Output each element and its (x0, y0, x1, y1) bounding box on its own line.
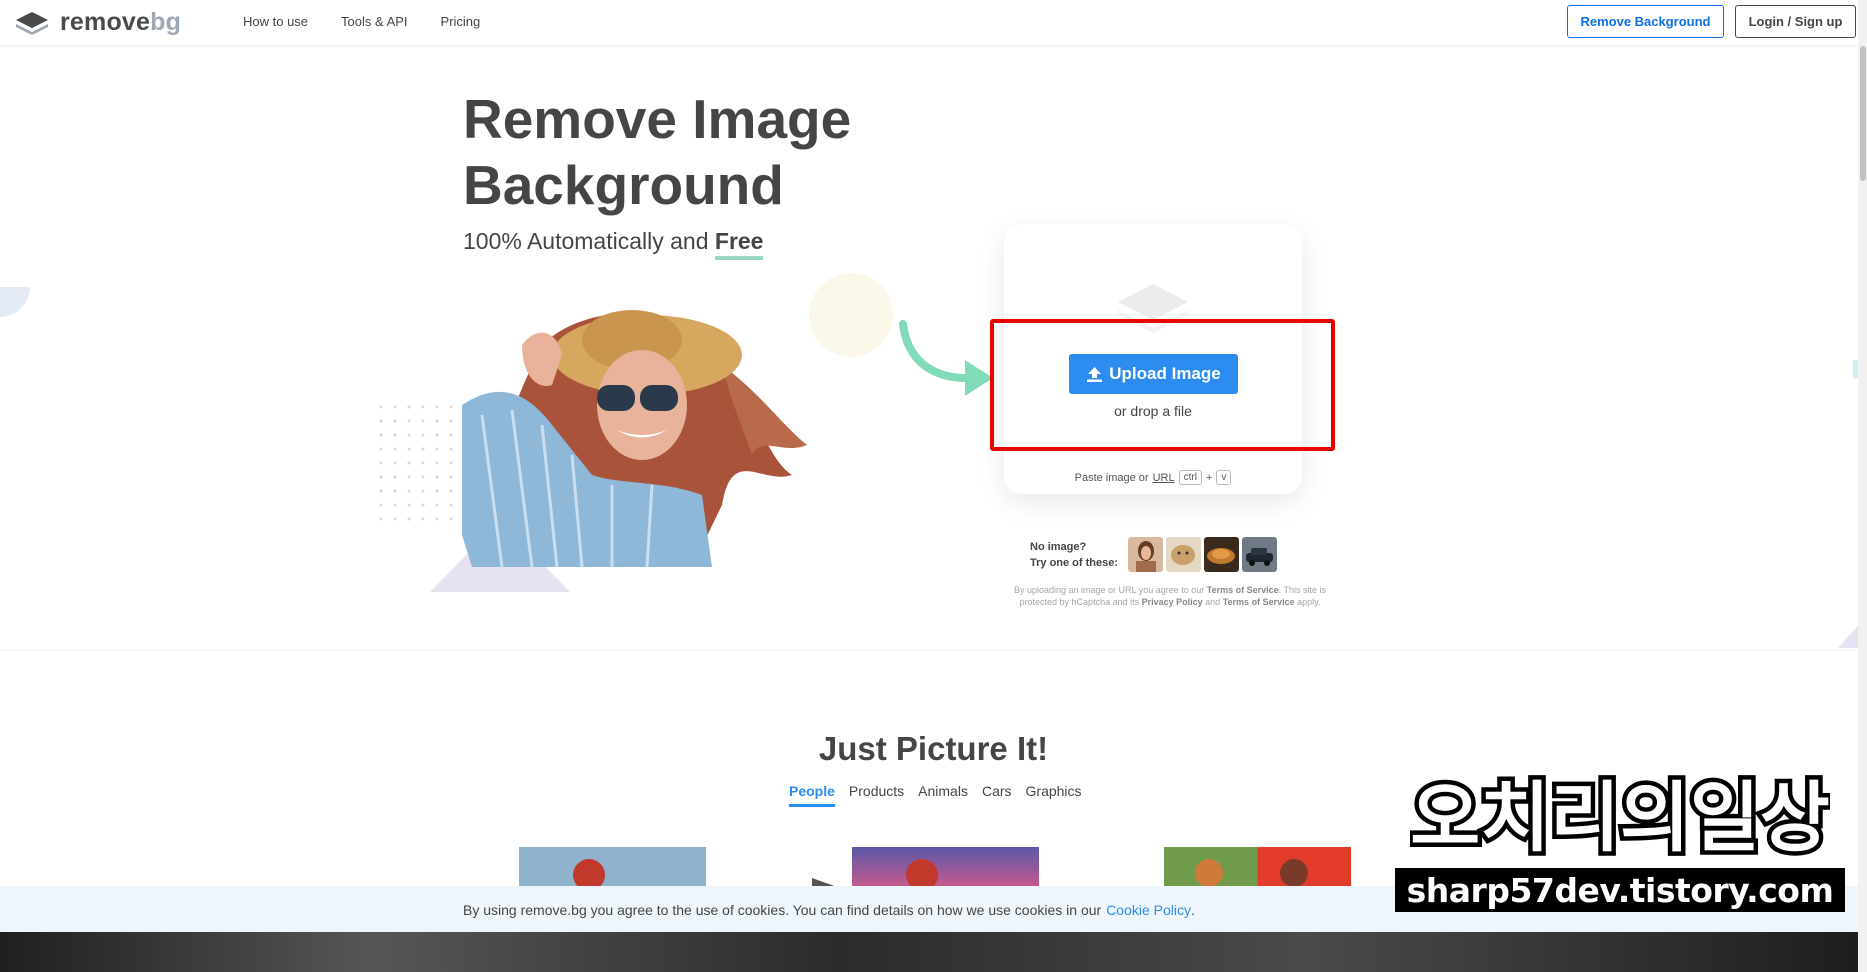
example-image-variant (1164, 847, 1351, 887)
taskbar-strip (0, 932, 1867, 972)
cookie-policy-link[interactable]: Cookie Policy (1106, 902, 1191, 918)
sample-thumb-person[interactable] (1128, 537, 1163, 572)
legal-notice: By uploading an image or URL you agree t… (1005, 584, 1335, 608)
paste-url-link[interactable]: URL (1153, 472, 1175, 484)
main-nav: How to use Tools & API Pricing (243, 14, 480, 29)
examples-title: Just Picture It! (818, 730, 1049, 767)
sample-thumb-croissant[interactable] (1204, 537, 1239, 572)
legal-text-1: By uploading an image or URL you agree t… (1013, 585, 1205, 595)
tab-animals[interactable]: Animals (918, 783, 968, 807)
curved-arrow-icon (899, 320, 993, 396)
hero-subtitle-free: Free (714, 228, 764, 260)
decor-circle (809, 273, 893, 357)
logo[interactable]: removebg (14, 8, 181, 37)
scrollbar-thumb[interactable] (1860, 46, 1866, 181)
no-image-text: No image? Try one of these: (1030, 539, 1118, 571)
hero-woman-photo (462, 310, 807, 567)
watermark-url: sharp57dev.tistory.com (1395, 868, 1845, 912)
layers-logo-icon (16, 11, 48, 35)
legal-text-3: and (1205, 597, 1221, 607)
terms-link[interactable]: Terms of Service (1207, 585, 1279, 595)
decor-shape-left (0, 287, 30, 317)
remove-background-button[interactable]: Remove Background (1567, 5, 1724, 38)
tab-cars[interactable]: Cars (982, 783, 1012, 807)
nav-how-to-use[interactable]: How to use (243, 14, 308, 29)
key-plus: + (1205, 471, 1213, 484)
site-header: removebg How to use Tools & API Pricing … (0, 0, 1867, 45)
key-v: v (1216, 470, 1232, 485)
nav-tools-api[interactable]: Tools & API (341, 14, 407, 29)
hero-title-line1: Remove Image (463, 88, 852, 150)
privacy-link[interactable]: Privacy Policy (1142, 597, 1203, 607)
hero-subtitle-prefix: 100% Automatically and (463, 228, 709, 254)
login-signup-button[interactable]: Login / Sign up (1735, 5, 1856, 38)
no-image-line2: Try one of these: (1030, 557, 1119, 569)
tab-products[interactable]: Products (849, 783, 904, 807)
example-image-result (852, 847, 1039, 887)
hero-title-line2: Background (463, 154, 784, 216)
cookie-suffix: . (1191, 901, 1195, 918)
hero-subtitle: 100% Automatically and Free (463, 228, 764, 260)
example-image-original (519, 847, 706, 887)
sample-thumbnails (1128, 537, 1277, 572)
tab-graphics[interactable]: Graphics (1026, 783, 1082, 807)
key-ctrl: ctrl (1178, 470, 1202, 485)
terms-link-2[interactable]: Terms of Service (1223, 597, 1295, 607)
cookie-text: By using remove.bg you agree to the use … (463, 901, 1102, 918)
nav-pricing[interactable]: Pricing (441, 14, 481, 29)
hero-title: Remove Image Background (463, 86, 851, 218)
page: { "header": { "logo_main": "remove", "lo… (0, 0, 1867, 972)
watermark-korean: 오치리의일상 (1410, 772, 1830, 860)
examples-tabs: People Products Animals Cars Graphics (789, 783, 1082, 807)
sample-thumb-car[interactable] (1242, 537, 1277, 572)
svg-text:오치리의일상: 오치리의일상 (1410, 773, 1830, 860)
sample-thumb-dog[interactable] (1166, 537, 1201, 572)
tab-people[interactable]: People (789, 783, 835, 807)
paste-hint: Paste image or URL ctrl + v (1004, 470, 1302, 485)
highlight-box (990, 319, 1335, 451)
legal-text-4: apply. (1297, 597, 1321, 607)
decor-dot-grid (374, 400, 474, 530)
section-divider (0, 650, 1858, 651)
paste-prefix: Paste image or (1074, 471, 1149, 484)
no-image-line1: No image? (1030, 541, 1087, 553)
logo-text: removebg (60, 8, 182, 36)
